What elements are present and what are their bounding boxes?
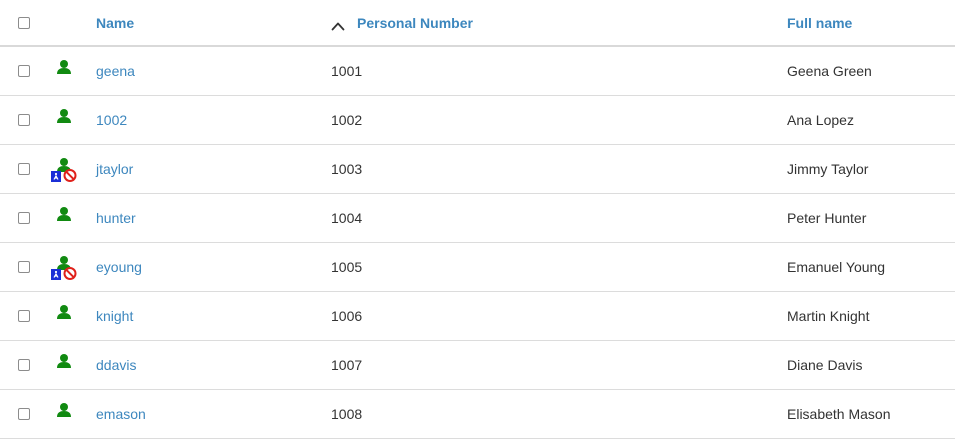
row-checkbox[interactable] (18, 261, 30, 273)
row-name-cell: emason (96, 390, 146, 438)
full-name: Diane Davis (787, 357, 863, 373)
row-full-name-cell: Jimmy Taylor (787, 145, 868, 193)
row-name-cell: eyoung (96, 243, 142, 291)
row-full-name-cell: Geena Green (787, 47, 872, 95)
user-name-link[interactable]: 1002 (96, 112, 127, 128)
user-name-link[interactable]: ddavis (96, 357, 136, 373)
user-disabled-icon (50, 252, 80, 282)
personal-number: 1007 (331, 357, 363, 373)
row-select-cell (18, 243, 30, 291)
row-icon-cell (50, 341, 80, 389)
personal-number: 1006 (331, 308, 363, 324)
table-row: 1002 1002 Ana Lopez (0, 96, 955, 145)
column-header-personal-number-label: Personal Number (357, 14, 473, 31)
row-select-cell (18, 96, 30, 144)
personal-number: 1003 (331, 161, 363, 177)
row-icon-cell (50, 194, 80, 242)
full-name: Peter Hunter (787, 210, 867, 226)
users-table: Name Personal Number Full name geena 100… (0, 0, 955, 439)
table-row: eyoung 1005 Emanuel Young (0, 243, 955, 292)
row-number-cell: 1004 (331, 194, 362, 242)
table-row: ddavis 1007 Diane Davis (0, 341, 955, 390)
row-name-cell: ddavis (96, 341, 136, 389)
user-icon (50, 105, 80, 135)
row-checkbox[interactable] (18, 212, 30, 224)
row-checkbox[interactable] (18, 65, 30, 77)
user-name-link[interactable]: hunter (96, 210, 136, 226)
select-all-cell (18, 0, 30, 45)
row-checkbox[interactable] (18, 408, 30, 420)
row-icon-cell (50, 145, 80, 193)
full-name: Jimmy Taylor (787, 161, 869, 177)
table-row: hunter 1004 Peter Hunter (0, 194, 955, 243)
row-name-cell: jtaylor (96, 145, 133, 193)
row-checkbox[interactable] (18, 359, 30, 371)
user-icon (50, 350, 80, 380)
table-row: knight 1006 Martin Knight (0, 292, 955, 341)
row-number-cell: 1006 (331, 292, 362, 340)
row-checkbox[interactable] (18, 310, 30, 322)
full-name: Martin Knight (787, 308, 870, 324)
row-checkbox[interactable] (18, 163, 30, 175)
personal-number: 1005 (331, 259, 363, 275)
user-name-link[interactable]: jtaylor (96, 161, 133, 177)
column-header-name-label: Name (96, 14, 135, 31)
row-number-cell: 1001 (331, 47, 362, 95)
full-name: Elisabeth Mason (787, 406, 891, 422)
user-disabled-icon (50, 154, 80, 184)
row-number-cell: 1007 (331, 341, 362, 389)
user-name-link[interactable]: eyoung (96, 259, 142, 275)
row-full-name-cell: Diane Davis (787, 341, 862, 389)
personal-number: 1001 (331, 63, 363, 79)
full-name: Emanuel Young (787, 259, 886, 275)
row-full-name-cell: Martin Knight (787, 292, 869, 340)
row-name-cell: hunter (96, 194, 136, 242)
row-select-cell (18, 292, 30, 340)
personal-number: 1004 (331, 210, 363, 226)
user-icon (50, 203, 80, 233)
column-header-personal-number[interactable]: Personal Number (331, 0, 473, 45)
row-name-cell: geena (96, 47, 135, 95)
row-full-name-cell: Peter Hunter (787, 194, 866, 242)
table-row: emason 1008 Elisabeth Mason (0, 390, 955, 439)
user-icon (50, 56, 80, 86)
row-checkbox[interactable] (18, 114, 30, 126)
full-name: Ana Lopez (787, 112, 854, 128)
row-icon-cell (50, 243, 80, 291)
row-full-name-cell: Ana Lopez (787, 96, 854, 144)
column-header-full-name[interactable]: Full name (787, 0, 852, 45)
table-header: Name Personal Number Full name (0, 0, 955, 47)
user-name-link[interactable]: geena (96, 63, 135, 79)
row-number-cell: 1003 (331, 145, 362, 193)
user-name-link[interactable]: emason (96, 406, 146, 422)
row-name-cell: knight (96, 292, 133, 340)
row-name-cell: 1002 (96, 96, 127, 144)
row-icon-cell (50, 47, 80, 95)
row-icon-cell (50, 96, 80, 144)
row-select-cell (18, 194, 30, 242)
user-icon (50, 399, 80, 429)
user-icon (50, 301, 80, 331)
row-select-cell (18, 145, 30, 193)
user-name-link[interactable]: knight (96, 308, 133, 324)
full-name: Geena Green (787, 63, 872, 79)
chevron-up-icon (331, 18, 345, 30)
personal-number: 1002 (331, 112, 363, 128)
row-icon-cell (50, 292, 80, 340)
row-full-name-cell: Elisabeth Mason (787, 390, 891, 438)
row-number-cell: 1008 (331, 390, 362, 438)
select-all-checkbox[interactable] (18, 16, 30, 29)
row-select-cell (18, 390, 30, 438)
row-icon-cell (50, 390, 80, 438)
table-row: geena 1001 Geena Green (0, 47, 955, 96)
row-full-name-cell: Emanuel Young (787, 243, 885, 291)
personal-number: 1008 (331, 406, 363, 422)
row-number-cell: 1005 (331, 243, 362, 291)
row-select-cell (18, 47, 30, 95)
column-header-full-name-label: Full name (787, 14, 853, 31)
column-header-name[interactable]: Name (96, 0, 134, 45)
row-select-cell (18, 341, 30, 389)
row-number-cell: 1002 (331, 96, 362, 144)
table-row: jtaylor 1003 Jimmy Taylor (0, 145, 955, 194)
